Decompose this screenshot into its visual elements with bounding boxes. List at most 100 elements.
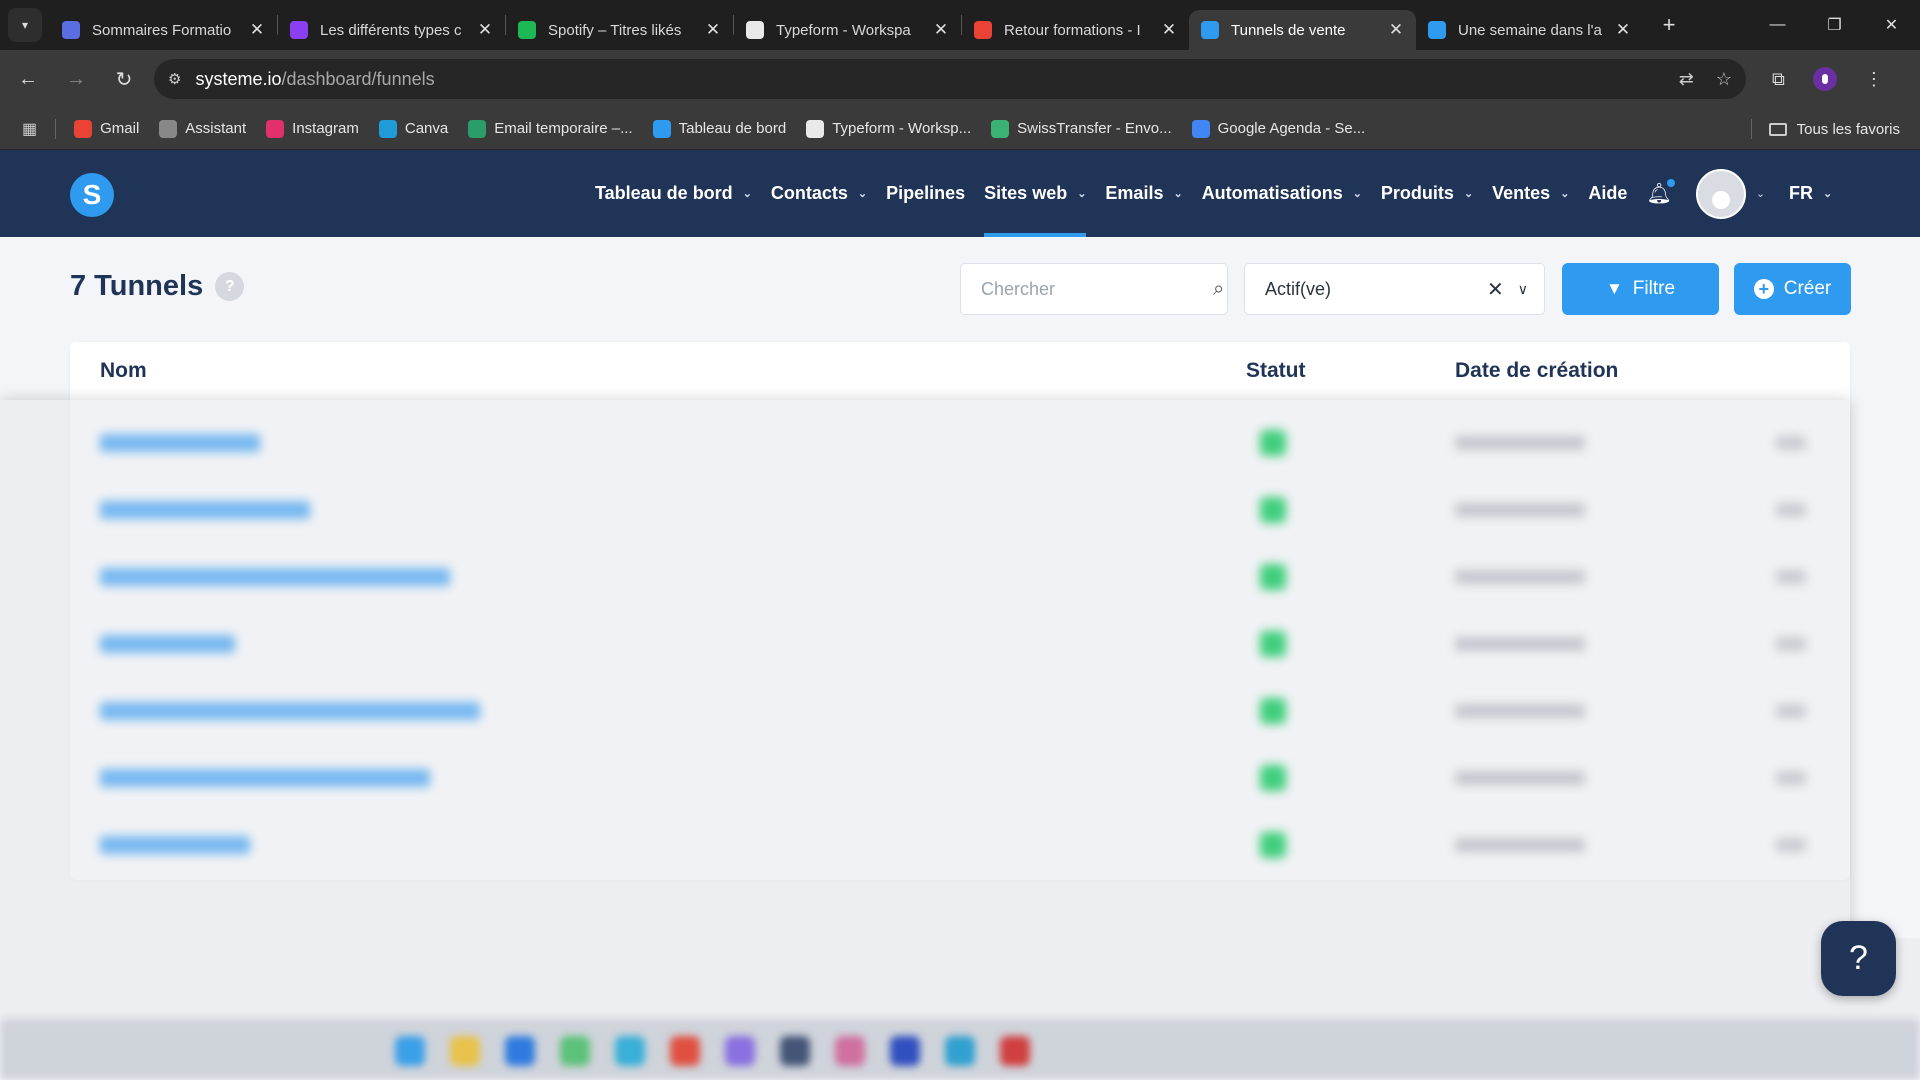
translate-icon[interactable]: ⇄: [1679, 69, 1694, 90]
tab-search-button[interactable]: ▾: [8, 8, 42, 42]
table-row[interactable]: [100, 544, 1820, 611]
filter-button[interactable]: ▼ Filtre: [1562, 263, 1719, 315]
funnel-name-blurred[interactable]: [100, 702, 480, 720]
restore-icon[interactable]: ❐: [1806, 0, 1863, 50]
table-row[interactable]: [100, 410, 1820, 477]
site-info-icon[interactable]: ⚙: [168, 70, 181, 88]
notification-bell-icon[interactable]: 🔔︎: [1646, 179, 1675, 206]
browser-tab[interactable]: Typeform - Workspa ✕: [734, 10, 961, 50]
apps-grid-icon[interactable]: ▦: [22, 119, 37, 139]
bookmark-item[interactable]: Gmail: [74, 119, 139, 138]
nav-item[interactable]: Aide: [1588, 150, 1627, 237]
nav-item[interactable]: Ventes ⌄: [1492, 150, 1569, 237]
close-tab-icon[interactable]: ✕: [1386, 20, 1406, 40]
taskbar-app-icon[interactable]: [615, 1036, 645, 1066]
browser-tab[interactable]: Sommaires Formatio ✕: [50, 10, 277, 50]
taskbar-app-icon[interactable]: [505, 1036, 535, 1066]
chevron-down-icon[interactable]: ⌄: [1756, 187, 1765, 200]
table-row[interactable]: [100, 745, 1820, 812]
nav-item[interactable]: Automatisations ⌄: [1202, 150, 1362, 237]
taskbar-app-icon[interactable]: [945, 1036, 975, 1066]
row-actions-blurred[interactable]: [1776, 503, 1806, 517]
funnel-name-blurred[interactable]: [100, 836, 250, 854]
all-bookmarks[interactable]: Tous les favoris: [1768, 108, 1900, 150]
taskbar-app-icon[interactable]: [560, 1036, 590, 1066]
funnel-name-blurred[interactable]: [100, 434, 260, 452]
chevron-down-icon[interactable]: ∨: [1518, 281, 1528, 298]
help-chat-button[interactable]: ?: [1821, 921, 1896, 996]
funnel-name-blurred[interactable]: [100, 769, 430, 787]
clear-icon[interactable]: ✕: [1487, 277, 1504, 302]
browser-profile-icon[interactable]: [1812, 67, 1837, 91]
create-button[interactable]: + Créer: [1734, 263, 1851, 315]
nav-item[interactable]: Emails ⌄: [1105, 150, 1182, 237]
nav-item[interactable]: Sites web ⌄: [984, 150, 1087, 237]
systeme-logo[interactable]: S: [70, 173, 114, 217]
taskbar-app-icon[interactable]: [890, 1036, 920, 1066]
row-actions-blurred[interactable]: [1776, 570, 1806, 584]
bookmark-star-icon[interactable]: ☆: [1716, 69, 1732, 90]
close-tab-icon[interactable]: ✕: [1159, 20, 1179, 40]
browser-menu-icon[interactable]: ⋮: [1865, 69, 1883, 90]
table-row[interactable]: [100, 611, 1820, 678]
browser-tab[interactable]: Les différents types c ✕: [278, 10, 505, 50]
user-avatar[interactable]: [1695, 168, 1746, 219]
taskbar-app-icon[interactable]: [395, 1036, 425, 1066]
taskbar-app-icon[interactable]: [450, 1036, 480, 1066]
bookmark-item[interactable]: Canva: [378, 119, 448, 138]
new-tab-button[interactable]: +: [1655, 12, 1683, 38]
close-tab-icon[interactable]: ✕: [247, 20, 267, 40]
help-icon[interactable]: ?: [215, 272, 245, 301]
bookmark-item[interactable]: Assistant: [159, 119, 246, 138]
row-actions-blurred[interactable]: [1776, 838, 1806, 852]
bookmark-item[interactable]: Google Agenda - Se...: [1191, 119, 1365, 138]
column-header-name[interactable]: Nom: [100, 342, 147, 400]
taskbar-app-icon[interactable]: [835, 1036, 865, 1066]
taskbar-app-icon[interactable]: [670, 1036, 700, 1066]
taskbar-app-icon[interactable]: [1000, 1036, 1030, 1066]
funnel-name-blurred[interactable]: [100, 635, 235, 653]
forward-icon[interactable]: →: [56, 59, 96, 99]
row-actions-blurred[interactable]: [1776, 704, 1806, 718]
browser-tab[interactable]: Tunnels de vente ✕: [1189, 10, 1416, 50]
taskbar-app-icon[interactable]: [780, 1036, 810, 1066]
bookmark-item[interactable]: Typeform - Worksp...: [806, 119, 971, 138]
browser-tab[interactable]: Une semaine dans l'a ✕: [1416, 10, 1643, 50]
column-header-created[interactable]: Date de création: [1455, 342, 1618, 400]
reload-icon[interactable]: ↻: [104, 59, 144, 99]
close-tab-icon[interactable]: ✕: [1613, 20, 1633, 40]
minimize-icon[interactable]: —: [1749, 0, 1806, 50]
close-tab-icon[interactable]: ✕: [475, 20, 495, 40]
bookmark-item[interactable]: Tableau de bord: [652, 119, 786, 138]
status-select[interactable]: Actif(ve) ✕ ∨: [1244, 263, 1545, 315]
browser-tab[interactable]: Spotify – Titres likés ✕: [506, 10, 733, 50]
extensions-icon[interactable]: ⧉: [1772, 69, 1785, 90]
funnel-name-blurred[interactable]: [100, 501, 310, 519]
close-tab-icon[interactable]: ✕: [931, 20, 951, 40]
close-window-icon[interactable]: ✕: [1863, 0, 1920, 50]
close-tab-icon[interactable]: ✕: [703, 20, 723, 40]
table-row[interactable]: [100, 477, 1820, 544]
funnel-name-blurred[interactable]: [100, 568, 450, 586]
language-selector[interactable]: FR ⌄: [1789, 183, 1832, 204]
nav-item[interactable]: Contacts ⌄: [771, 150, 867, 237]
search-field[interactable]: ⌕: [960, 263, 1228, 315]
row-actions-blurred[interactable]: [1776, 637, 1806, 651]
search-icon[interactable]: ⌕: [1213, 278, 1224, 301]
nav-item[interactable]: Tableau de bord ⌄: [595, 150, 752, 237]
bookmark-item[interactable]: Email temporaire –...: [468, 119, 633, 138]
nav-item[interactable]: Produits ⌄: [1381, 150, 1473, 237]
search-input[interactable]: [981, 278, 1213, 300]
bookmark-item[interactable]: Instagram: [266, 119, 359, 138]
url-bar[interactable]: ⚙ systeme.io/dashboard/funnels ⇄ ☆: [154, 59, 1746, 99]
table-row[interactable]: [100, 812, 1820, 879]
taskbar-app-icon[interactable]: [725, 1036, 755, 1066]
row-actions-blurred[interactable]: [1776, 436, 1806, 450]
table-row[interactable]: [100, 678, 1820, 745]
row-actions-blurred[interactable]: [1776, 771, 1806, 785]
back-icon[interactable]: ←: [8, 59, 48, 99]
browser-tab[interactable]: Retour formations - I ✕: [962, 10, 1189, 50]
bookmark-item[interactable]: SwissTransfer - Envo...: [991, 119, 1172, 138]
nav-item[interactable]: Pipelines: [886, 150, 965, 237]
column-header-status[interactable]: Statut: [1246, 342, 1306, 400]
